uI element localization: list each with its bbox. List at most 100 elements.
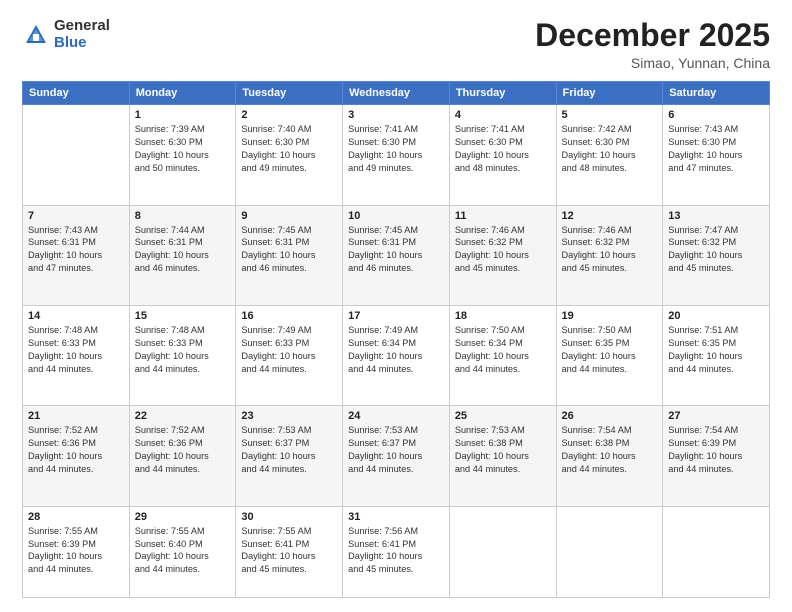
day-number: 30 (241, 511, 337, 523)
table-row: 3 Sunrise: 7:41 AMSunset: 6:30 PMDaylight… (343, 105, 450, 205)
day-number: 12 (562, 210, 658, 222)
day-info: Sunrise: 7:52 AMSunset: 6:36 PMDaylight:… (135, 424, 231, 476)
day-info: Sunrise: 7:56 AMSunset: 6:41 PMDaylight:… (348, 525, 444, 577)
calendar-week-row: 7 Sunrise: 7:43 AMSunset: 6:31 PMDaylight… (23, 205, 770, 305)
day-info: Sunrise: 7:50 AMSunset: 6:35 PMDaylight:… (562, 324, 658, 376)
day-info: Sunrise: 7:40 AMSunset: 6:30 PMDaylight:… (241, 123, 337, 175)
table-row (663, 506, 770, 597)
table-row: 29 Sunrise: 7:55 AMSunset: 6:40 PMDayligh… (129, 506, 236, 597)
table-row: 28Sunrise: 7:55 AMSunset: 6:39 PMDayligh… (23, 506, 130, 597)
calendar-week-row: 21 Sunrise: 7:52 AMSunset: 6:36 PMDayligh… (23, 406, 770, 506)
day-info: Sunrise: 7:55 AMSunset: 6:39 PMDaylight:… (28, 525, 124, 577)
col-sunday: Sunday (23, 82, 130, 105)
table-row: 6 Sunrise: 7:43 AMSunset: 6:30 PMDaylight… (663, 105, 770, 205)
day-info: Sunrise: 7:53 AMSunset: 6:38 PMDaylight:… (455, 424, 551, 476)
table-row: 4 Sunrise: 7:41 AMSunset: 6:30 PMDaylight… (449, 105, 556, 205)
day-number: 19 (562, 310, 658, 322)
day-info: Sunrise: 7:48 AMSunset: 6:33 PMDaylight:… (135, 324, 231, 376)
day-number: 11 (455, 210, 551, 222)
table-row: 5 Sunrise: 7:42 AMSunset: 6:30 PMDaylight… (556, 105, 663, 205)
day-number: 2 (241, 109, 337, 121)
col-friday: Friday (556, 82, 663, 105)
calendar-table: Sunday Monday Tuesday Wednesday Thursday… (22, 81, 770, 598)
day-info: Sunrise: 7:52 AMSunset: 6:36 PMDaylight:… (28, 424, 124, 476)
day-number: 3 (348, 109, 444, 121)
day-info: Sunrise: 7:44 AMSunset: 6:31 PMDaylight:… (135, 224, 231, 276)
day-number: 21 (28, 410, 124, 422)
day-number: 24 (348, 410, 444, 422)
table-row: 25 Sunrise: 7:53 AMSunset: 6:38 PMDayligh… (449, 406, 556, 506)
table-row: 31 Sunrise: 7:56 AMSunset: 6:41 PMDayligh… (343, 506, 450, 597)
day-number: 29 (135, 511, 231, 523)
table-row: 12 Sunrise: 7:46 AMSunset: 6:32 PMDayligh… (556, 205, 663, 305)
day-info: Sunrise: 7:41 AMSunset: 6:30 PMDaylight:… (348, 123, 444, 175)
table-row: 15 Sunrise: 7:48 AMSunset: 6:33 PMDayligh… (129, 305, 236, 405)
table-row (449, 506, 556, 597)
day-number: 23 (241, 410, 337, 422)
day-number: 22 (135, 410, 231, 422)
day-info: Sunrise: 7:43 AMSunset: 6:31 PMDaylight:… (28, 224, 124, 276)
table-row: 27Sunrise: 7:54 AMSunset: 6:39 PMDayligh… (663, 406, 770, 506)
col-monday: Monday (129, 82, 236, 105)
table-row: 14 Sunrise: 7:48 AMSunset: 6:33 PMDayligh… (23, 305, 130, 405)
day-info: Sunrise: 7:41 AMSunset: 6:30 PMDaylight:… (455, 123, 551, 175)
table-row: 17Sunrise: 7:49 AMSunset: 6:34 PMDayligh… (343, 305, 450, 405)
table-row: 26Sunrise: 7:54 AMSunset: 6:38 PMDayligh… (556, 406, 663, 506)
day-number: 4 (455, 109, 551, 121)
page: General Blue December 2025 Simao, Yunnan… (0, 0, 792, 612)
table-row (23, 105, 130, 205)
table-row (556, 506, 663, 597)
col-thursday: Thursday (449, 82, 556, 105)
day-number: 13 (668, 210, 764, 222)
day-number: 31 (348, 511, 444, 523)
day-number: 25 (455, 410, 551, 422)
day-info: Sunrise: 7:50 AMSunset: 6:34 PMDaylight:… (455, 324, 551, 376)
day-info: Sunrise: 7:46 AMSunset: 6:32 PMDaylight:… (562, 224, 658, 276)
day-info: Sunrise: 7:45 AMSunset: 6:31 PMDaylight:… (241, 224, 337, 276)
table-row: 10 Sunrise: 7:45 AMSunset: 6:31 PMDayligh… (343, 205, 450, 305)
col-saturday: Saturday (663, 82, 770, 105)
col-wednesday: Wednesday (343, 82, 450, 105)
day-number: 7 (28, 210, 124, 222)
logo-icon (22, 21, 50, 49)
day-info: Sunrise: 7:54 AMSunset: 6:39 PMDaylight:… (668, 424, 764, 476)
day-number: 14 (28, 310, 124, 322)
col-tuesday: Tuesday (236, 82, 343, 105)
day-number: 16 (241, 310, 337, 322)
day-number: 15 (135, 310, 231, 322)
day-info: Sunrise: 7:55 AMSunset: 6:40 PMDaylight:… (135, 525, 231, 577)
table-row: 21 Sunrise: 7:52 AMSunset: 6:36 PMDayligh… (23, 406, 130, 506)
day-number: 18 (455, 310, 551, 322)
day-number: 10 (348, 210, 444, 222)
table-row: 19 Sunrise: 7:50 AMSunset: 6:35 PMDayligh… (556, 305, 663, 405)
day-info: Sunrise: 7:42 AMSunset: 6:30 PMDaylight:… (562, 123, 658, 175)
table-row: 1Sunrise: 7:39 AMSunset: 6:30 PMDaylight… (129, 105, 236, 205)
calendar-header-row: Sunday Monday Tuesday Wednesday Thursday… (23, 82, 770, 105)
calendar-week-row: 1Sunrise: 7:39 AMSunset: 6:30 PMDaylight… (23, 105, 770, 205)
day-info: Sunrise: 7:54 AMSunset: 6:38 PMDaylight:… (562, 424, 658, 476)
day-info: Sunrise: 7:53 AMSunset: 6:37 PMDaylight:… (241, 424, 337, 476)
day-number: 5 (562, 109, 658, 121)
table-row: 9Sunrise: 7:45 AMSunset: 6:31 PMDaylight… (236, 205, 343, 305)
day-info: Sunrise: 7:48 AMSunset: 6:33 PMDaylight:… (28, 324, 124, 376)
table-row: 20Sunrise: 7:51 AMSunset: 6:35 PMDayligh… (663, 305, 770, 405)
logo-general: General (54, 18, 110, 35)
day-number: 6 (668, 109, 764, 121)
day-info: Sunrise: 7:51 AMSunset: 6:35 PMDaylight:… (668, 324, 764, 376)
day-info: Sunrise: 7:43 AMSunset: 6:30 PMDaylight:… (668, 123, 764, 175)
table-row: 22 Sunrise: 7:52 AMSunset: 6:36 PMDayligh… (129, 406, 236, 506)
day-info: Sunrise: 7:49 AMSunset: 6:33 PMDaylight:… (241, 324, 337, 376)
table-row: 23 Sunrise: 7:53 AMSunset: 6:37 PMDayligh… (236, 406, 343, 506)
day-number: 17 (348, 310, 444, 322)
table-row: 7 Sunrise: 7:43 AMSunset: 6:31 PMDaylight… (23, 205, 130, 305)
table-row: 8Sunrise: 7:44 AMSunset: 6:31 PMDaylight… (129, 205, 236, 305)
day-info: Sunrise: 7:46 AMSunset: 6:32 PMDaylight:… (455, 224, 551, 276)
day-info: Sunrise: 7:39 AMSunset: 6:30 PMDaylight:… (135, 123, 231, 175)
month-title: December 2025 (535, 18, 770, 53)
table-row: 2 Sunrise: 7:40 AMSunset: 6:30 PMDaylight… (236, 105, 343, 205)
table-row: 30 Sunrise: 7:55 AMSunset: 6:41 PMDayligh… (236, 506, 343, 597)
logo: General Blue (22, 18, 110, 51)
day-info: Sunrise: 7:45 AMSunset: 6:31 PMDaylight:… (348, 224, 444, 276)
subtitle: Simao, Yunnan, China (535, 55, 770, 71)
day-info: Sunrise: 7:55 AMSunset: 6:41 PMDaylight:… (241, 525, 337, 577)
